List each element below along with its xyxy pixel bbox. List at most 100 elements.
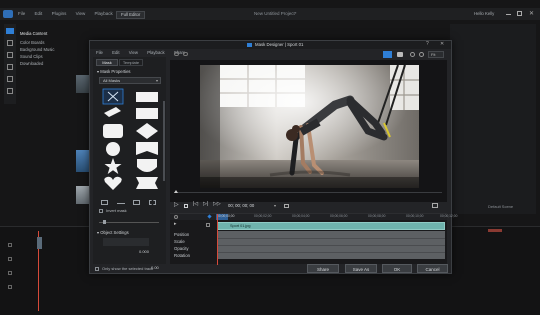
media-tab-color[interactable]: Color Boards — [20, 40, 44, 45]
prev-frame-icon[interactable]: |◁ — [193, 202, 198, 207]
mask-shape-wide-rect[interactable] — [136, 108, 158, 119]
track-scale[interactable]: Scale — [170, 238, 220, 245]
transition-icon[interactable] — [7, 64, 13, 70]
keyframe-add-icon[interactable] — [207, 214, 212, 219]
track-lock-icon[interactable] — [8, 285, 12, 289]
zoom-select[interactable]: Fit — [428, 51, 444, 58]
track-lock-icon[interactable] — [8, 271, 12, 275]
stop-icon[interactable] — [184, 204, 188, 208]
invert-mask-label: Invert mask — [106, 208, 127, 213]
media-room-icon[interactable] — [6, 28, 14, 34]
mode-selector[interactable]: Full Editor — [116, 11, 146, 20]
dialog-close-icon[interactable]: ✕ — [440, 42, 444, 47]
fast-forward-icon[interactable]: ▷▷ — [213, 202, 221, 207]
feather-slider[interactable] — [99, 222, 159, 223]
expand-icon[interactable]: ▸ — [174, 222, 177, 227]
mask-clip[interactable]: Sport 01.jpg — [217, 222, 445, 230]
dialog-menu-file[interactable]: File — [96, 50, 103, 55]
save-as-button[interactable]: Save As — [345, 264, 377, 273]
timeline-zoom-icon[interactable] — [174, 215, 178, 219]
media-tab-content[interactable]: Media Content — [20, 31, 47, 36]
dialog-help-icon[interactable]: ? — [426, 42, 429, 47]
mask-shape-star[interactable] — [104, 158, 122, 174]
audio-icon[interactable] — [7, 76, 13, 82]
mask-type-dropdown[interactable]: All Masks ▾ — [99, 77, 161, 84]
next-frame-icon[interactable]: ▷| — [203, 202, 208, 207]
tab-mask[interactable]: Mask — [96, 59, 118, 66]
dialog-menu-view[interactable]: View — [129, 50, 138, 55]
menu-edit[interactable]: Edit — [35, 11, 43, 17]
main-clip[interactable] — [37, 237, 42, 249]
fullscreen-icon[interactable] — [432, 203, 438, 208]
undo-icon[interactable] — [174, 52, 179, 56]
preview-progress-bar[interactable] — [174, 192, 442, 193]
media-tab-downloaded[interactable]: Downloaded — [20, 61, 43, 66]
mask-shape-diamond[interactable] — [136, 123, 158, 139]
menu-view[interactable]: View — [76, 11, 86, 17]
mask-shape-slash[interactable] — [104, 107, 121, 117]
select-mask-icon[interactable] — [149, 200, 156, 205]
only-selected-label: Only show the selected track — [102, 266, 154, 271]
track-visibility-icon[interactable] — [206, 223, 210, 227]
only-selected-checkbox[interactable] — [95, 267, 99, 271]
maximize-icon[interactable] — [517, 11, 522, 16]
dialog-menu-playback[interactable]: Playback — [147, 50, 164, 55]
zoom-out-icon[interactable] — [419, 52, 424, 57]
invert-mask-checkbox[interactable] — [99, 209, 103, 213]
select-tool-icon[interactable] — [383, 51, 392, 58]
title-icon[interactable] — [7, 52, 13, 58]
fps-selector[interactable]: ▾ — [274, 204, 276, 208]
zoom-in-icon[interactable] — [410, 52, 415, 57]
panel-scrollbar[interactable] — [163, 101, 165, 181]
mask-shape-flag[interactable] — [136, 142, 158, 155]
playback-controls: ▷ |◁ ▷| ▷▷ 00; 00; 00; 00 ▾ — [170, 201, 447, 211]
menu-playback[interactable]: Playback — [95, 11, 113, 17]
mask-shape-rectangle[interactable] — [136, 92, 158, 102]
scene-button[interactable]: Default Scene — [488, 205, 513, 209]
preview-progress-knob[interactable] — [174, 190, 178, 193]
cancel-button[interactable]: Cancel — [417, 264, 448, 273]
media-thumb[interactable] — [76, 75, 90, 93]
mask-shape-heart[interactable] — [104, 176, 122, 190]
media-thumb[interactable] — [76, 150, 90, 172]
tab-template[interactable]: Template — [119, 59, 143, 66]
subtitle-icon[interactable] — [7, 88, 13, 94]
mask-shape-banner[interactable] — [136, 177, 158, 189]
media-tab-music[interactable]: Background Music — [20, 47, 54, 52]
timecode-display[interactable]: 00; 00; 00; 00 — [228, 203, 254, 208]
brush-mask-icon[interactable] — [117, 201, 125, 204]
track-rotation[interactable]: Rotation — [170, 252, 220, 259]
track-lock-icon[interactable] — [8, 257, 12, 261]
position-x-value[interactable]: 0.000 — [139, 250, 149, 254]
timeline-playhead[interactable] — [217, 214, 218, 265]
media-tab-sound[interactable]: Sound Clips — [20, 54, 43, 59]
minimize-icon[interactable] — [506, 14, 511, 15]
track-opacity[interactable]: Opacity — [170, 245, 220, 252]
close-icon[interactable]: ✕ — [529, 11, 534, 17]
mask-shape-shield[interactable] — [137, 159, 157, 172]
user-greeting[interactable]: Hello Kelly — [474, 11, 494, 16]
dialog-menu-edit[interactable]: Edit — [112, 50, 119, 55]
media-thumb[interactable] — [76, 186, 90, 204]
image-mask-icon[interactable] — [101, 200, 108, 205]
preview-panel-bg — [450, 24, 536, 214]
section-object-settings[interactable]: ▾ Object Settings — [97, 230, 129, 235]
share-button[interactable]: Share — [307, 264, 339, 273]
hand-tool-icon[interactable] — [397, 52, 403, 57]
menu-plugins[interactable]: Plugins — [52, 11, 67, 17]
ok-button[interactable]: OK — [382, 264, 412, 273]
track-position[interactable]: Position — [170, 231, 220, 238]
feather-slider-knob[interactable] — [103, 220, 106, 224]
play-icon[interactable]: ▷ — [174, 202, 179, 208]
redo-icon[interactable] — [183, 52, 188, 56]
preview-image-sport[interactable] — [200, 65, 419, 188]
mask-shape-rounded-rect[interactable] — [103, 124, 123, 138]
text-mask-icon[interactable] — [133, 200, 140, 205]
track-lock-icon[interactable] — [8, 243, 12, 247]
mask-shape-circle[interactable] — [106, 142, 120, 156]
mask-shape-none[interactable] — [102, 88, 124, 105]
effects-icon[interactable] — [7, 40, 13, 46]
snapshot-icon[interactable] — [284, 204, 289, 208]
section-mask-properties[interactable]: ▾ Mask Properties — [97, 69, 131, 74]
menu-file[interactable]: File — [18, 11, 25, 17]
